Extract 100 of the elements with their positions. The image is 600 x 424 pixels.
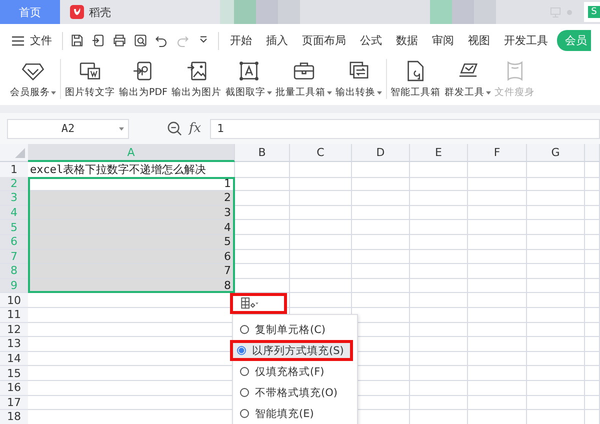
grid-cell[interactable]: [585, 176, 600, 192]
grid-cell[interactable]: [585, 264, 600, 279]
grid-cell[interactable]: [352, 234, 410, 250]
grid-cell[interactable]: 7: [28, 264, 235, 279]
grid-cell[interactable]: [410, 264, 468, 279]
grid-cell[interactable]: [468, 322, 527, 338]
grid-cell[interactable]: [468, 234, 527, 250]
grid-cell[interactable]: [527, 264, 585, 279]
name-box[interactable]: A2: [7, 118, 129, 138]
grid-cell[interactable]: [527, 250, 585, 264]
grid-cell[interactable]: [468, 250, 527, 264]
grid-cell[interactable]: [352, 220, 410, 235]
grid-cell[interactable]: [410, 234, 468, 250]
row-header[interactable]: 1: [0, 162, 28, 178]
preview-icon[interactable]: [133, 33, 148, 48]
grid-cell[interactable]: [410, 278, 468, 294]
grid-cell[interactable]: [290, 278, 352, 294]
grid-cell[interactable]: [352, 264, 410, 279]
grid-cell[interactable]: [410, 366, 468, 381]
grid-cell[interactable]: [527, 352, 585, 366]
select-all-icon[interactable]: [15, 148, 25, 158]
grid-cell[interactable]: [585, 278, 600, 294]
ribbon-button[interactable]: 图片转文字: [63, 57, 117, 101]
save-icon[interactable]: [70, 33, 85, 48]
autofill-option[interactable]: 以序列方式填充(S): [230, 340, 353, 361]
grid-cell[interactable]: [585, 366, 600, 381]
autofill-option[interactable]: 复制单元格(C): [233, 319, 351, 340]
grid-cell[interactable]: [290, 250, 352, 264]
ribbon-button[interactable]: 输出为PDF: [117, 57, 170, 101]
row-header[interactable]: 16: [0, 380, 28, 396]
grid-cell[interactable]: [527, 234, 585, 250]
grid-cell[interactable]: [585, 191, 600, 206]
grid-cell[interactable]: [468, 162, 527, 178]
row-header[interactable]: 14: [0, 352, 28, 366]
grid-cell[interactable]: [468, 278, 527, 294]
column-header[interactable]: C: [290, 144, 352, 162]
grid-cell[interactable]: [585, 206, 600, 220]
function-label[interactable]: fx: [189, 121, 202, 136]
grid-cell[interactable]: 6: [28, 250, 235, 264]
grid-cell[interactable]: [527, 206, 585, 220]
grid-cell[interactable]: [352, 278, 410, 294]
menu-tab[interactable]: 数据: [389, 33, 425, 48]
grid-cell[interactable]: [468, 293, 527, 308]
grid-cell[interactable]: [235, 176, 290, 192]
radio-button[interactable]: [240, 409, 249, 418]
blurred-tab[interactable]: [220, 0, 300, 24]
grid-cell[interactable]: [527, 278, 585, 294]
autofill-option[interactable]: 不带格式填充(O): [233, 382, 351, 403]
ribbon-button[interactable]: 智能工具箱: [388, 57, 443, 101]
menu-tab[interactable]: 开始: [223, 33, 259, 48]
grid-cell[interactable]: [290, 264, 352, 279]
grid-cell[interactable]: [527, 380, 585, 396]
grid-cell[interactable]: [410, 206, 468, 220]
grid-cell[interactable]: [410, 352, 468, 366]
menu-tab[interactable]: 审阅: [425, 33, 461, 48]
ribbon-button[interactable]: 输出转换: [334, 57, 384, 101]
blurred-tab[interactable]: [430, 0, 496, 24]
grid-cell[interactable]: [410, 293, 468, 308]
grid-cell[interactable]: [352, 162, 410, 178]
autofill-option[interactable]: 仅填充格式(F): [233, 361, 351, 382]
grid-cell[interactable]: [527, 162, 585, 178]
menu-tab[interactable]: 开发工具: [497, 33, 555, 48]
radio-button[interactable]: [240, 388, 249, 397]
grid-cell[interactable]: [468, 366, 527, 381]
grid-cell[interactable]: [585, 396, 600, 410]
grid-cell[interactable]: [290, 234, 352, 250]
grid-cell[interactable]: [410, 250, 468, 264]
ribbon-button[interactable]: 会员服务: [8, 57, 58, 101]
grid-cell[interactable]: [468, 380, 527, 396]
zoom-icon[interactable]: [167, 121, 182, 136]
grid-cell[interactable]: [527, 220, 585, 235]
grid-cell[interactable]: [585, 293, 600, 308]
column-header[interactable]: F: [468, 144, 527, 162]
radio-button[interactable]: [240, 325, 249, 334]
grid-cell[interactable]: [585, 380, 600, 396]
column-header[interactable]: D: [352, 144, 410, 162]
grid-cell[interactable]: [585, 308, 600, 323]
grid-cell[interactable]: [290, 220, 352, 235]
menu-tab[interactable]: 页面布局: [295, 33, 353, 48]
grid-cell[interactable]: [410, 380, 468, 396]
row-header[interactable]: 12: [0, 322, 28, 338]
app-tab[interactable]: 稻壳: [60, 0, 220, 24]
grid-cell[interactable]: [585, 234, 600, 250]
grid-cell[interactable]: [585, 352, 600, 366]
menu-tab[interactable]: 公式: [353, 33, 389, 48]
grid-cell[interactable]: [410, 337, 468, 352]
grid-cell[interactable]: [290, 293, 352, 308]
grid-cell[interactable]: 4: [28, 220, 235, 235]
grid-cell[interactable]: [410, 176, 468, 192]
grid-cell[interactable]: [585, 162, 600, 178]
grid-cell[interactable]: [585, 322, 600, 338]
grid-cell[interactable]: [468, 308, 527, 323]
row-header[interactable]: 17: [0, 396, 28, 410]
grid-cell[interactable]: [468, 352, 527, 366]
grid-cell[interactable]: 5: [28, 234, 235, 250]
grid-cell[interactable]: [468, 264, 527, 279]
grid-cell[interactable]: [410, 162, 468, 178]
row-header[interactable]: 13: [0, 337, 28, 352]
grid-cell[interactable]: [352, 191, 410, 206]
radio-button[interactable]: [237, 346, 246, 355]
